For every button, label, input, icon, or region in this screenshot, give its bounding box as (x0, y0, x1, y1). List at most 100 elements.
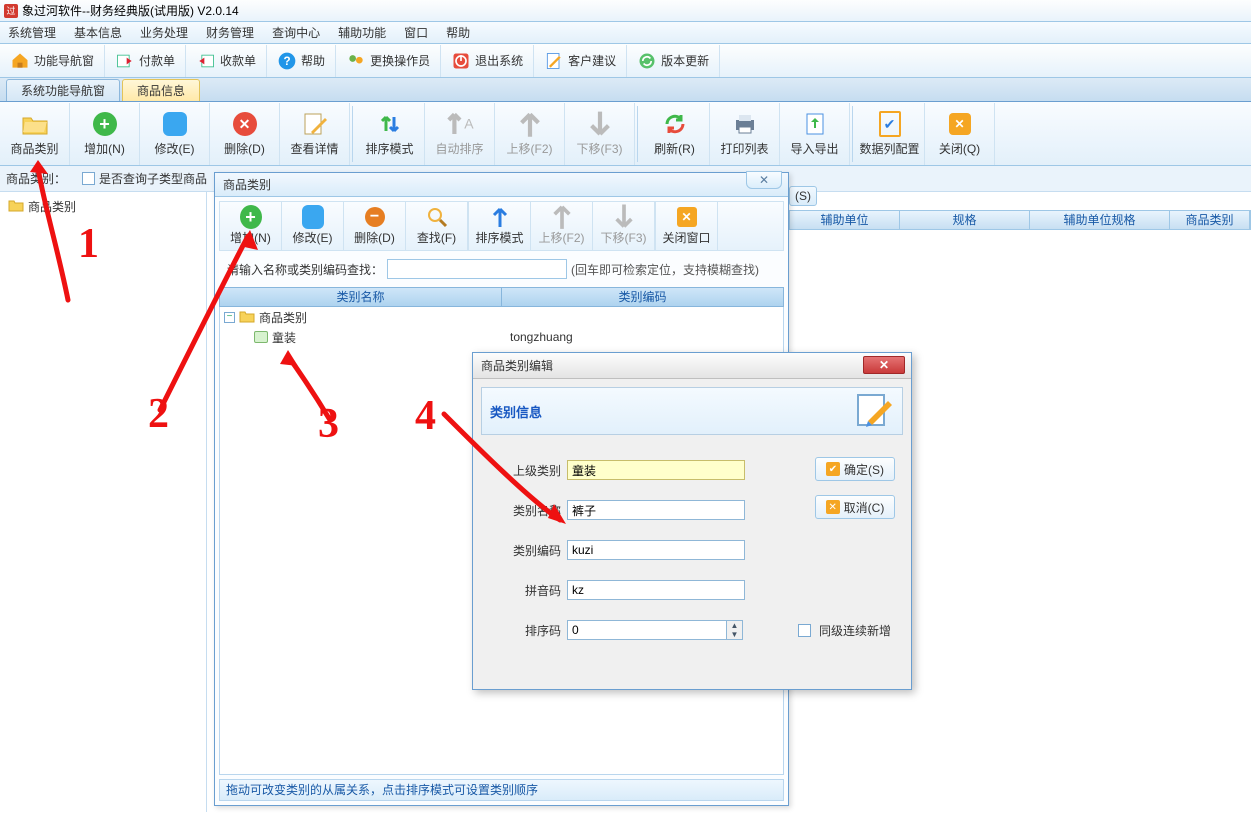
menu-finance[interactable]: 财务管理 (206, 24, 254, 41)
catwin-down: 下移(F3) (593, 202, 655, 250)
catwin-toolbar: + 增加(N) 修改(E) − 删除(D) 查找(F) 排序模式 上移(F2) … (219, 201, 784, 251)
btn-refresh[interactable]: 刷新(R) (640, 103, 710, 165)
btn-move-down: 下移(F3) (565, 103, 635, 165)
spinner-buttons[interactable]: ▲▼ (727, 620, 743, 640)
tb-recv-bill[interactable]: 收款单 (186, 45, 267, 77)
col-cat-name[interactable]: 类别名称 (220, 288, 502, 306)
col-aux-unit[interactable]: 辅助单位 (790, 211, 900, 229)
app-titlebar: 过 象过河软件--财务经典版(试用版) V2.0.14 (0, 0, 1251, 22)
col-spec[interactable]: 规格 (900, 211, 1030, 229)
printer-icon (731, 110, 759, 138)
catwin-delete[interactable]: − 删除(D) (344, 202, 406, 250)
catwin-title: 商品类别 (223, 176, 271, 193)
search-input[interactable] (387, 259, 567, 279)
btn-add[interactable]: + 增加(N) (70, 103, 140, 165)
tb-exit[interactable]: 退出系统 (441, 45, 534, 77)
tree-collapse-icon[interactable]: − (224, 312, 235, 323)
btn-sort-mode[interactable]: 排序模式 (355, 103, 425, 165)
tb-help[interactable]: ? 帮助 (267, 45, 336, 77)
pay-icon (115, 51, 135, 71)
tb-suggest[interactable]: 客户建议 (534, 45, 627, 77)
inp-parent[interactable] (567, 460, 745, 480)
btn-delete[interactable]: 删除(D) (210, 103, 280, 165)
filter-checkbox[interactable] (82, 172, 95, 185)
lbl-pinyin: 拼音码 (473, 582, 561, 599)
tb-change-oper[interactable]: 更换操作员 (336, 45, 441, 77)
sort-up-icon (489, 206, 511, 228)
grid-side-button[interactable]: (S) (789, 186, 817, 206)
menu-help[interactable]: 帮助 (446, 24, 470, 41)
continuous-add-checkbox[interactable] (798, 624, 811, 637)
delete-circle-icon (233, 112, 257, 136)
home-icon (10, 51, 30, 71)
page-toolbar: 商品类别 + 增加(N) 修改(E) 删除(D) 查看详情 排序模式 AZ 自动… (0, 102, 1251, 166)
dlg-titlebar[interactable]: 商品类别编辑 ✕ (473, 353, 911, 379)
col-aux-spec[interactable]: 辅助单位规格 (1030, 211, 1170, 229)
btn-print[interactable]: 打印列表 (710, 103, 780, 165)
menu-biz[interactable]: 业务处理 (140, 24, 188, 41)
edit-square-icon (302, 205, 324, 229)
catwin-sort[interactable]: 排序模式 (469, 202, 531, 250)
btn-edit[interactable]: 修改(E) (140, 103, 210, 165)
inp-code[interactable] (567, 540, 745, 560)
tree-root[interactable]: 商品类别 (8, 196, 206, 216)
list-row-child[interactable]: 童装 tongzhuang (220, 327, 783, 347)
tab-product-info[interactable]: 商品信息 (122, 79, 200, 101)
btn-close-page[interactable]: ✕ 关闭(Q) (925, 103, 995, 165)
catwin-footer: 拖动可改变类别的从属关系，点击排序模式可设置类别顺序 (219, 779, 784, 801)
lbl-order: 排序码 (473, 622, 561, 639)
catwin-close-button[interactable]: ✕ (746, 171, 782, 189)
btn-column-config[interactable]: 数据列配置 (855, 103, 925, 165)
menu-system[interactable]: 系统管理 (8, 24, 56, 41)
menu-window[interactable]: 窗口 (404, 24, 428, 41)
arrow-down-icon (613, 206, 635, 228)
tb-nav-window[interactable]: 功能导航窗 (0, 45, 105, 77)
catwin-edit[interactable]: 修改(E) (282, 202, 344, 250)
search-hint: (回车即可检索定位，支持模糊查找) (571, 261, 759, 278)
inp-name[interactable] (567, 500, 745, 520)
catwin-add[interactable]: + 增加(N) (220, 202, 282, 250)
catwin-list-header: 类别名称 类别编码 (219, 287, 784, 307)
btn-auto-sort: AZ 自动排序 (425, 103, 495, 165)
inp-pinyin[interactable] (567, 580, 745, 600)
list-row-root[interactable]: − 商品类别 (220, 307, 783, 327)
close-orange-icon: ✕ (677, 207, 697, 227)
spin-down-icon[interactable]: ▼ (727, 630, 742, 639)
svg-text:?: ? (283, 55, 290, 68)
btn-import-export[interactable]: 导入导出 (780, 103, 850, 165)
filter-chk-label: 是否查询子类型商品 (99, 170, 207, 187)
btn-category[interactable]: 商品类别 (0, 103, 70, 165)
tab-nav[interactable]: 系统功能导航窗 (6, 79, 120, 101)
catwin-up: 上移(F2) (531, 202, 593, 250)
spin-up-icon[interactable]: ▲ (727, 621, 742, 630)
menu-query[interactable]: 查询中心 (272, 24, 320, 41)
menu-aux[interactable]: 辅助功能 (338, 24, 386, 41)
annotation-num-2: 2 (148, 390, 169, 438)
inp-order[interactable] (567, 620, 727, 640)
menu-baseinfo[interactable]: 基本信息 (74, 24, 122, 41)
btn-detail[interactable]: 查看详情 (280, 103, 350, 165)
search-label: 请输入名称或类别编码查找： (227, 261, 383, 278)
plus-circle-icon: + (93, 112, 117, 136)
col-cat-code[interactable]: 类别编码 (502, 288, 783, 306)
tb-update[interactable]: 版本更新 (627, 45, 720, 77)
svg-text:AZ: AZ (464, 115, 474, 131)
ok-button[interactable]: ✔ 确定(S) (815, 457, 895, 481)
col-category[interactable]: 商品类别 (1170, 211, 1250, 229)
catwin-find[interactable]: 查找(F) (406, 202, 468, 250)
help-icon: ? (277, 51, 297, 71)
tb-pay-bill[interactable]: 付款单 (105, 45, 186, 77)
recv-icon (196, 51, 216, 71)
folder-icon (8, 198, 24, 215)
dlg-close-button[interactable]: ✕ (863, 356, 905, 374)
catwin-titlebar[interactable]: 商品类别 ✕ (215, 173, 788, 197)
catwin-close[interactable]: ✕ 关闭窗口 (656, 202, 718, 250)
btn-move-up: 上移(F2) (495, 103, 565, 165)
arrow-up-icon (516, 110, 544, 138)
check-orange-icon: ✔ (826, 462, 840, 476)
left-category-tree: 商品类别 (0, 192, 207, 812)
search-icon (426, 206, 448, 228)
cancel-button[interactable]: ✕ 取消(C) (815, 495, 895, 519)
app-title: 象过河软件--财务经典版(试用版) V2.0.14 (22, 2, 239, 19)
dlg-header-title: 类别信息 (490, 402, 542, 421)
